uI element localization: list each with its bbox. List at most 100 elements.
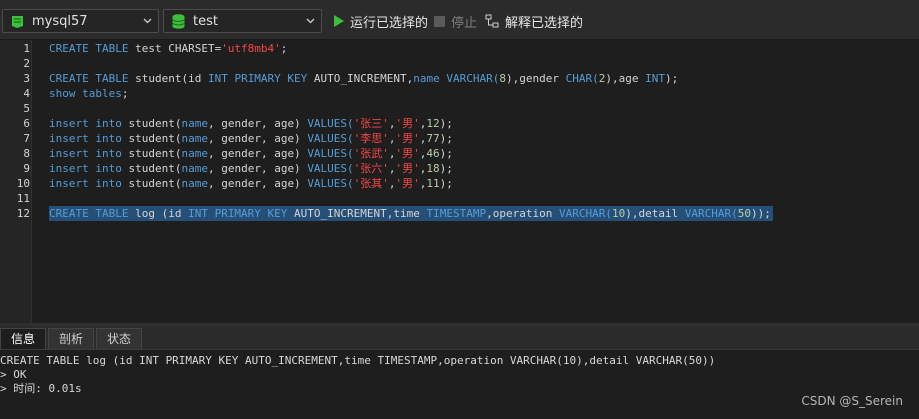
code-token: ; <box>280 42 288 55</box>
code-token: ); <box>439 132 453 145</box>
code-token: '男' <box>395 177 420 190</box>
line-number: 3 <box>23 72 30 85</box>
code-token: 12 <box>426 117 440 130</box>
code-token: ),detail <box>625 207 685 220</box>
code-token: 10 <box>611 207 626 220</box>
code-token: VARCHAR( <box>446 72 500 85</box>
code-token: insert into <box>49 177 129 190</box>
code-token: ); <box>439 177 453 190</box>
code-line[interactable]: insert into student(name, gender, age) V… <box>49 161 453 176</box>
line-number: 9 <box>23 162 30 175</box>
code-token: 'utf8mb4' <box>221 42 281 55</box>
tab-info[interactable]: 信息 <box>0 328 47 349</box>
code-line[interactable]: insert into student(name, gender, age) V… <box>49 116 453 131</box>
code-token: , <box>388 117 396 130</box>
watermark: CSDN @S_Serein <box>801 394 903 408</box>
line-number: 7 <box>23 132 30 145</box>
tab-profile[interactable]: 剖析 <box>48 328 95 349</box>
line-number: 11 <box>16 192 30 205</box>
code-token: name <box>181 132 208 145</box>
code-token: , gender, age) <box>207 132 308 145</box>
code-token: 50 <box>737 207 752 220</box>
line-number: 2 <box>23 57 30 70</box>
stop-button[interactable]: 停止 <box>433 11 477 31</box>
chevron-down-icon <box>306 18 315 24</box>
code-token: CREATE TABLE <box>49 72 136 85</box>
code-token: TIMESTAMP <box>426 207 487 220</box>
code-token: VALUES( <box>307 117 354 130</box>
line-number: 12 <box>16 207 30 220</box>
code-token: name <box>181 162 208 175</box>
code-token: name <box>181 147 208 160</box>
code-token: ),age <box>605 72 646 85</box>
code-token: CHAR( <box>565 72 599 85</box>
code-token: '张六' <box>353 162 389 175</box>
code-line[interactable]: CREATE TABLE student(id INT PRIMARY KEY … <box>49 71 678 86</box>
code-token: , gender, age) <box>207 162 308 175</box>
code-line[interactable]: insert into student(name, gender, age) V… <box>49 131 453 146</box>
code-token: VALUES( <box>307 147 354 160</box>
line-number-gutter: 1 2 3 4 5 6 7 8 9 10 11 12 <box>0 40 32 323</box>
code-token: AUTO_INCREMENT,time <box>294 207 427 220</box>
code-token: insert into <box>49 132 129 145</box>
code-line[interactable]: show tables; <box>49 86 128 101</box>
code-token: INT PRIMARY KEY <box>188 207 295 220</box>
connection-icon <box>12 15 23 28</box>
code-token: insert into <box>49 147 129 160</box>
code-token: 8 <box>499 72 506 85</box>
code-token: 18 <box>426 162 440 175</box>
code-token: '张三' <box>353 117 389 130</box>
code-token: insert into <box>49 117 129 130</box>
run-selected-label: 运行已选择的 <box>350 15 429 31</box>
play-icon <box>334 15 344 27</box>
code-token: )); <box>751 207 771 220</box>
code-line[interactable]: CREATE TABLE log (id INT PRIMARY KEY AUT… <box>49 206 773 221</box>
code-token: VALUES( <box>307 162 354 175</box>
connection-select[interactable]: mysql57 <box>2 9 159 33</box>
code-token: '男' <box>395 132 420 145</box>
code-token: , <box>388 132 396 145</box>
code-token: ); <box>439 147 453 160</box>
code-line[interactable]: insert into student(name, gender, age) V… <box>49 146 453 161</box>
code-token: , gender, age) <box>207 147 308 160</box>
code-token: CREATE TABLE <box>49 42 136 55</box>
sql-editor[interactable]: 1 2 3 4 5 6 7 8 9 10 11 12 CREATE TABLE test CHARSE… <box>0 40 919 323</box>
code-token: ); <box>439 117 453 130</box>
code-token: INT PRIMARY KEY <box>207 72 314 85</box>
code-token: , <box>388 177 396 190</box>
toolbar: mysql57 test 运行已选择的 停止 解释已选择的 <box>0 0 919 40</box>
result-tabs: 信息 剖析 状态 <box>0 326 919 350</box>
line-number: 1 <box>23 42 30 55</box>
code-token: AUTO_INCREMENT, <box>313 72 414 85</box>
output-line: CREATE TABLE log (id INT PRIMARY KEY AUT… <box>0 354 716 367</box>
code-token: '男' <box>395 162 420 175</box>
code-token: 77 <box>426 132 440 145</box>
database-select[interactable]: test <box>163 9 322 33</box>
line-number: 5 <box>23 102 30 115</box>
message-output: CREATE TABLE log (id INT PRIMARY KEY AUT… <box>0 350 919 419</box>
connection-label: mysql57 <box>32 13 88 29</box>
code-token: , gender, age) <box>207 177 308 190</box>
line-number: 8 <box>23 147 30 160</box>
explain-selected-button[interactable]: 解释已选择的 <box>485 11 583 31</box>
output-line: > 时间: 0.01s <box>0 382 82 395</box>
code-token: '男' <box>395 117 420 130</box>
code-token: '张其' <box>353 177 389 190</box>
stop-label: 停止 <box>451 15 478 31</box>
code-token: ,operation <box>486 207 559 220</box>
code-line[interactable]: insert into student(name, gender, age) V… <box>49 176 453 191</box>
run-selected-button[interactable]: 运行已选择的 <box>332 11 428 31</box>
code-token: '张武' <box>353 147 389 160</box>
code-line[interactable]: CREATE TABLE test CHARSET='utf8mb4'; <box>49 41 287 56</box>
code-token: '男' <box>395 147 420 160</box>
code-token: INT <box>645 72 665 85</box>
code-token: VALUES( <box>307 132 354 145</box>
code-token: ); <box>664 72 679 85</box>
explain-selected-label: 解释已选择的 <box>505 15 584 31</box>
tab-status[interactable]: 状态 <box>96 328 143 349</box>
code-token: show tables <box>49 87 122 100</box>
code-token: VALUES( <box>307 177 354 190</box>
code-token: ; <box>121 87 129 100</box>
code-token: VARCHAR( <box>558 207 612 220</box>
code-token: name <box>413 72 447 85</box>
